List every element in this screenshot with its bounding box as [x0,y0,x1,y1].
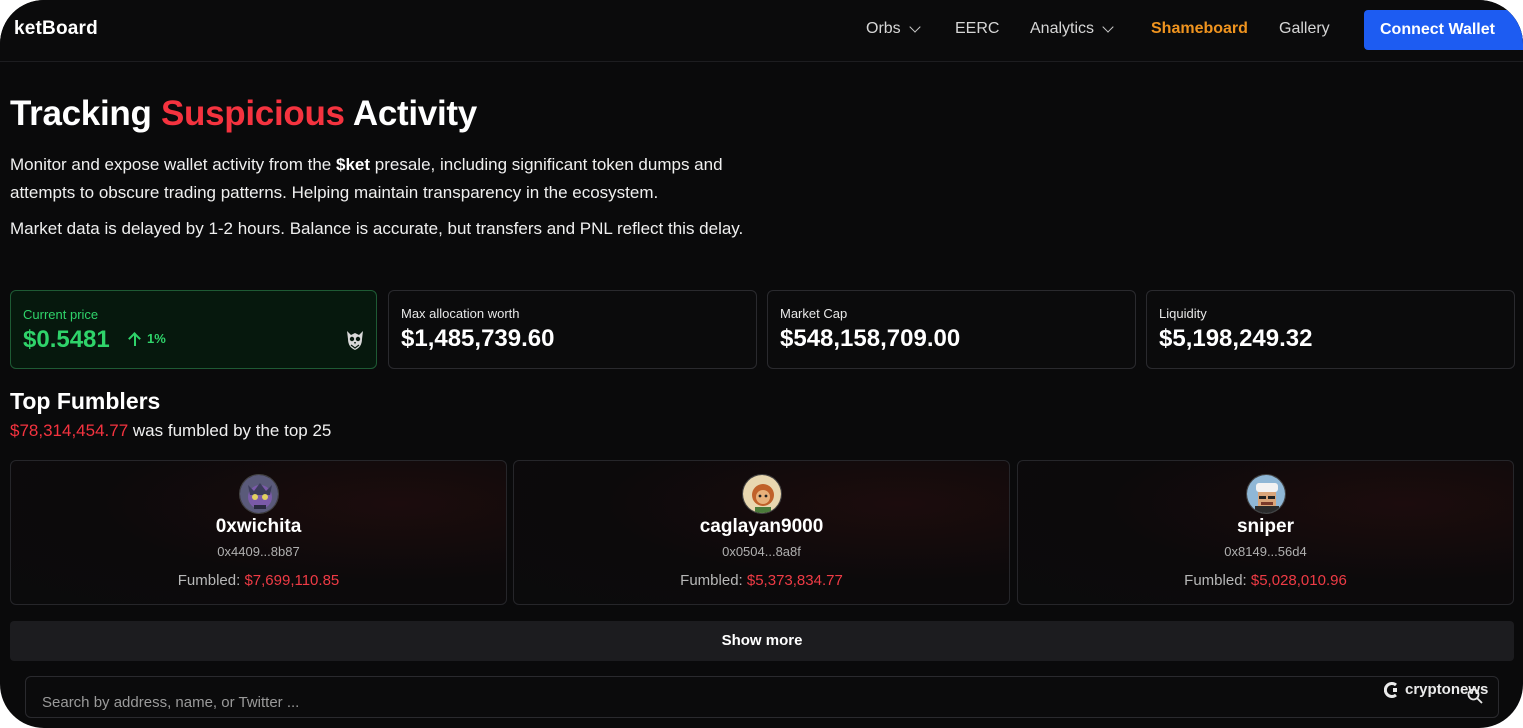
stat-value: $1,485,739.60 [401,325,555,352]
stat-market-cap: Market Cap $548,158,709.00 [767,290,1136,369]
chevron-down-icon [1102,21,1114,33]
intro-paragraph: Monitor and expose wallet activity from … [10,151,785,207]
fumbler-card[interactable]: caglayan9000 0x0504...8a8f Fumbled: $5,3… [513,460,1010,605]
fumbler-name: 0xwichita [215,516,302,537]
nav-item-label: Orbs [866,20,901,37]
show-more-button[interactable]: Show more [10,621,1514,661]
nav-item-shameboard[interactable]: Shameboard [1151,20,1248,38]
fumbled-amount: $5,028,010.96 [1250,572,1347,589]
fumbled-amount-line: Fumbled: $7,699,110.85 [11,572,506,589]
stat-value: $5,198,249.32 [1159,325,1313,352]
title-highlight: Suspicious [161,94,345,133]
search-input[interactable] [25,676,1499,718]
fumbled-total: $78,314,454.77 [10,421,129,440]
fumbled-label: Fumbled: [680,572,743,589]
avatar [238,474,279,514]
fumbled-amount: $7,699,110.85 [244,572,340,589]
top-nav: ketBoard Orbs EERC Analytics Shameboard … [0,0,1523,62]
connect-wallet-button[interactable]: Connect Wallet [1364,10,1523,50]
fumbler-address: 0x8149...56d4 [1224,544,1307,559]
fumbled-total-line: $78,314,454.77 was fumbled by the top 25 [10,421,331,441]
stat-max-allocation: Max allocation worth $1,485,739.60 [388,290,757,369]
brand-logo[interactable]: ketBoard [14,18,98,40]
price-change: 1% [129,331,166,346]
title-part: Tracking [10,94,152,133]
title-part: Activity [352,94,477,133]
avatar [741,474,782,514]
fumbled-amount: $5,373,834.77 [746,572,843,589]
nav-item-eerc[interactable]: EERC [955,20,999,38]
fumbled-label: Fumbled: [1184,572,1247,589]
owl-icon [347,331,363,350]
fumbler-address: 0x0504...8a8f [722,544,801,559]
fumbler-card[interactable]: sniper 0x8149...56d4 Fumbled: $5,028,010… [1017,460,1514,605]
avatar [1245,474,1286,514]
intro-text: Monitor and expose wallet activity from … [10,155,332,174]
fumbled-total-suffix: was fumbled by the top 25 [132,421,332,440]
watermark-text: cryptonews [1405,681,1489,698]
stat-current-price: Current price $0.5481 1% [10,290,377,369]
stat-liquidity: Liquidity $5,198,249.32 [1146,290,1515,369]
stat-label: Max allocation worth [401,306,520,321]
fumbler-name: sniper [1236,516,1295,537]
fumbler-name: caglayan9000 [699,516,824,537]
delay-notice: Market data is delayed by 1-2 hours. Bal… [10,219,744,238]
fumbler-card[interactable]: 0xwichita 0x4409...8b87 Fumbled: $7,699,… [10,460,507,605]
stat-label: Liquidity [1159,306,1207,321]
page-title: Tracking Suspicious Activity [10,94,477,134]
nav-item-label: EERC [955,20,1000,37]
nav-item-gallery[interactable]: Gallery [1279,20,1330,38]
nav-item-analytics[interactable]: Analytics [1030,20,1114,38]
chevron-down-icon [909,21,921,33]
fumbler-address: 0x4409...8b87 [217,544,300,559]
cryptonews-logo-icon [1384,681,1397,698]
app-window: ketBoard Orbs EERC Analytics Shameboard … [0,0,1523,728]
price-change-value: 1% [147,331,166,346]
nav-item-orbs[interactable]: Orbs [866,20,921,38]
nav-item-label: Shameboard [1151,20,1248,37]
section-title: Top Fumblers [10,388,161,414]
stat-label: Current price [23,307,99,322]
stat-value: $548,158,709.00 [780,325,961,352]
arrow-up-icon [129,332,141,346]
stat-label: Market Cap [780,306,848,321]
fumbled-amount-line: Fumbled: $5,028,010.96 [1018,572,1513,589]
fumbled-amount-line: Fumbled: $5,373,834.77 [514,572,1009,589]
nav-item-label: Analytics [1030,20,1095,37]
stat-value: $0.5481 [23,326,110,353]
fumbled-label: Fumbled: [177,572,241,589]
token-ticker: $ket [336,155,371,174]
nav-item-label: Gallery [1279,20,1330,37]
cryptonews-watermark: cryptonews [1384,681,1488,698]
